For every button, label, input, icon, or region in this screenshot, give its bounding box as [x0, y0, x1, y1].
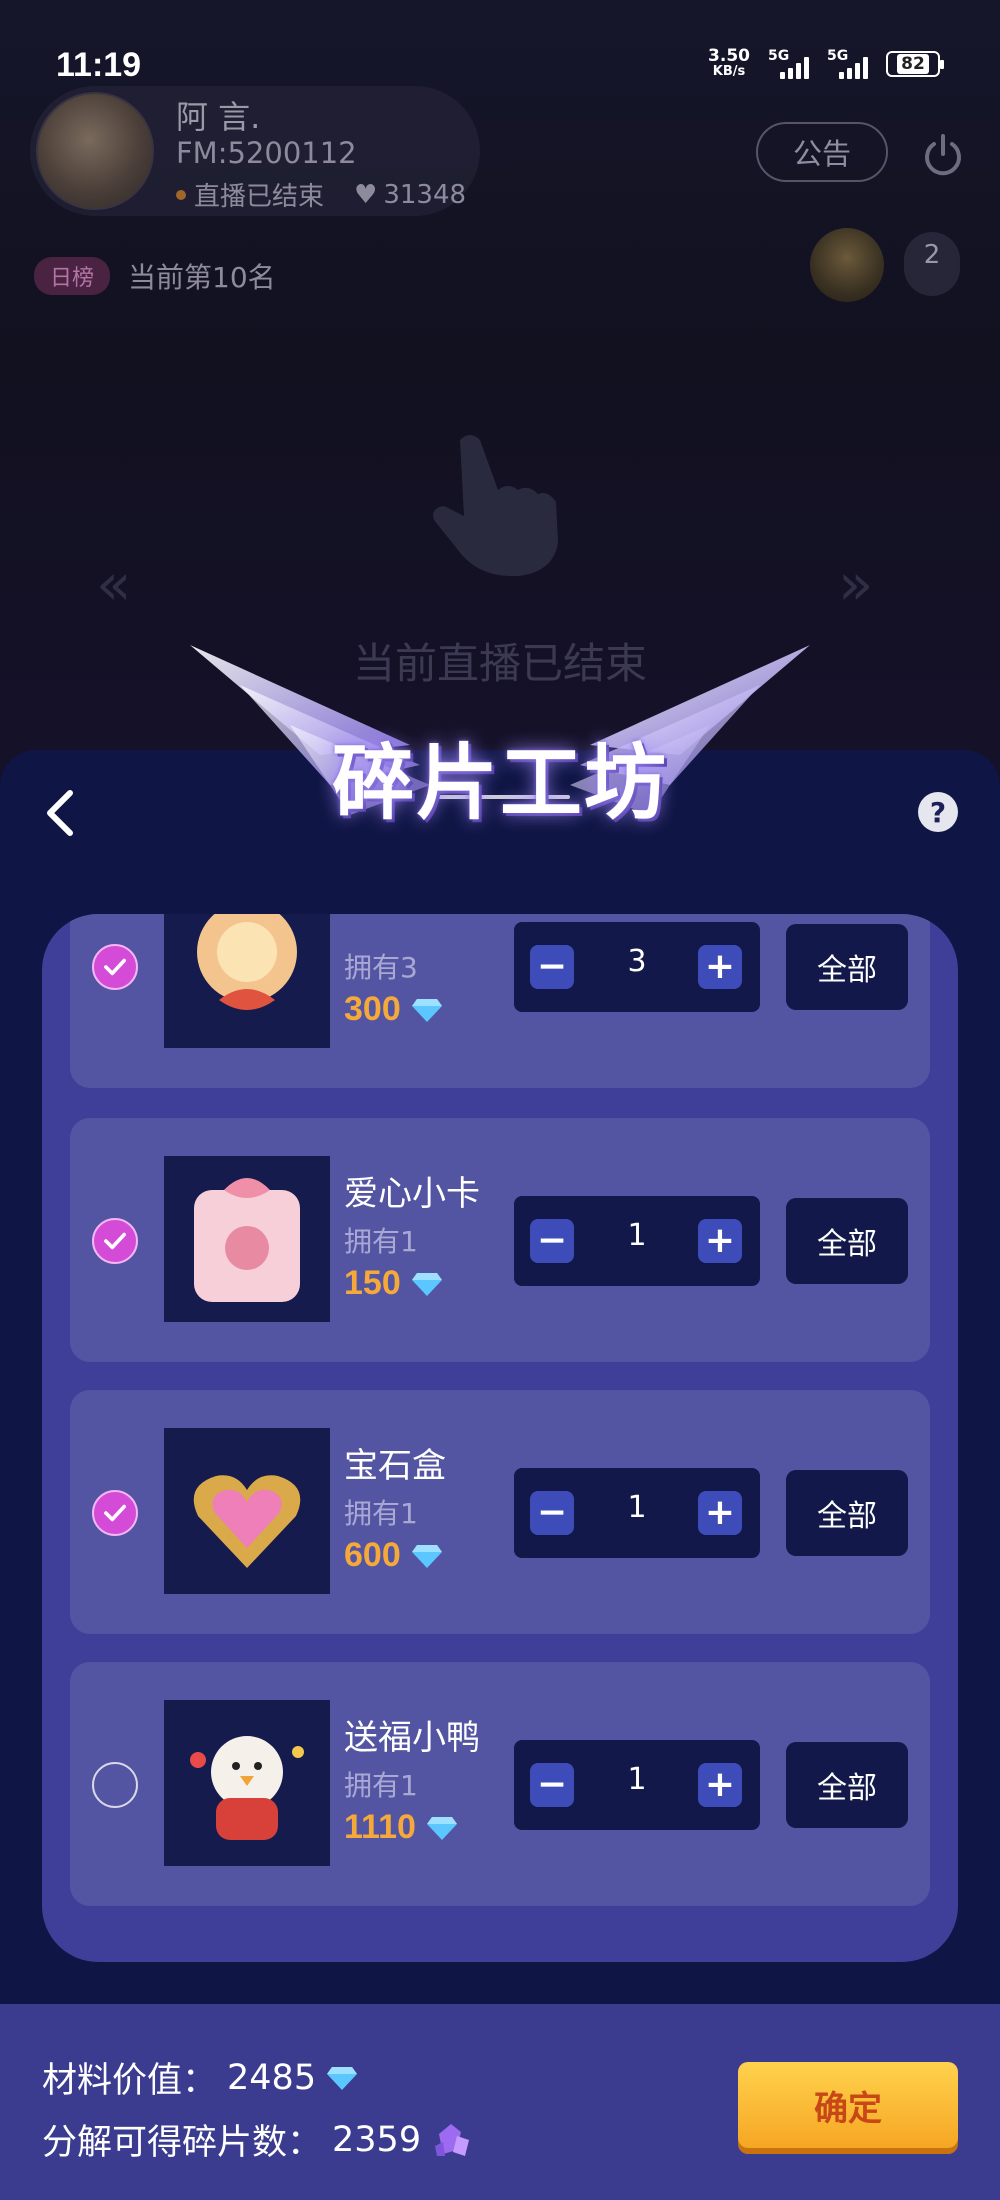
sheet-title: 碎片工坊	[331, 736, 668, 831]
back-chevron-icon[interactable]	[38, 785, 82, 841]
swipe-hand-icon	[420, 420, 580, 590]
quantity-value[interactable]: 1	[584, 1218, 690, 1253]
confirm-button[interactable]: 确定	[738, 2062, 958, 2148]
item-checkbox[interactable]	[92, 1762, 138, 1808]
quantity-stepper: − 1 +	[514, 1468, 760, 1558]
material-value-line: 材料价值： 2485	[42, 2052, 358, 2103]
clock: 11:19	[56, 46, 142, 84]
fragment-crystal-icon	[435, 2123, 470, 2156]
signal-sim1-icon: 5G	[768, 49, 809, 79]
item-owned: 拥有3	[344, 951, 418, 984]
item-owned: 拥有1	[344, 1769, 418, 1802]
item-owned: 拥有1	[344, 1225, 418, 1258]
list-item[interactable]: 宝石盒 拥有1 600 − 1 + 全部	[70, 1390, 930, 1634]
quantity-value[interactable]: 1	[584, 1490, 690, 1525]
list-item[interactable]: 拥有3 300 − 3 + 全部	[70, 914, 930, 1088]
host-live-status: 直播已结束 ♥ 31348	[176, 176, 466, 213]
diamond-icon	[327, 2066, 358, 2090]
item-price: 1110	[344, 1808, 458, 1847]
battery-icon: 82	[886, 51, 944, 77]
host-fm-id: FM:5200112	[176, 136, 357, 170]
help-icon[interactable]: ?	[918, 792, 958, 832]
item-thumbnail-gem-box	[164, 1428, 330, 1594]
viewer-count[interactable]: 2	[904, 232, 960, 296]
material-value: 2485	[227, 2057, 317, 2098]
item-checkbox[interactable]	[92, 1218, 138, 1264]
item-owned: 拥有1	[344, 1497, 418, 1530]
status-indicators: 3.50 KB/s 5G 5G 82	[708, 46, 944, 80]
fragment-item-list[interactable]: 拥有3 300 − 3 + 全部 爱心小卡 拥有1 150 − 1 + 全部 宝…	[42, 914, 958, 1962]
item-price: 300	[344, 990, 443, 1029]
increase-button[interactable]: +	[698, 1491, 742, 1535]
item-thumbnail-love-card	[164, 1156, 330, 1322]
network-speed: 3.50 KB/s	[708, 46, 750, 80]
increase-button[interactable]: +	[698, 945, 742, 989]
item-price: 150	[344, 1264, 443, 1303]
item-checkbox[interactable]	[92, 1490, 138, 1536]
quantity-value[interactable]: 3	[584, 944, 690, 979]
decrease-button[interactable]: −	[530, 1763, 574, 1807]
select-all-button[interactable]: 全部	[786, 1742, 908, 1828]
power-icon[interactable]	[918, 130, 968, 180]
item-name: 宝石盒	[344, 1446, 446, 1486]
select-all-button[interactable]: 全部	[786, 1198, 908, 1284]
decrease-button[interactable]: −	[530, 1219, 574, 1263]
select-all-button[interactable]: 全部	[786, 1470, 908, 1556]
quantity-stepper: − 1 +	[514, 1740, 760, 1830]
host-avatar[interactable]	[36, 92, 154, 210]
item-thumbnail-lucky-duck	[164, 1700, 330, 1866]
item-name: 送福小鸭	[344, 1718, 480, 1758]
diamond-icon	[411, 1544, 442, 1568]
swipe-right-icon: »	[838, 550, 873, 618]
item-checkbox[interactable]	[92, 944, 138, 990]
quantity-stepper: − 1 +	[514, 1196, 760, 1286]
heart-icon: ♥	[354, 179, 378, 210]
viewer-avatar[interactable]	[810, 228, 884, 302]
host-likes: 31348	[383, 179, 467, 210]
rank-tag: 日榜	[34, 257, 111, 295]
select-all-button[interactable]: 全部	[786, 924, 908, 1010]
increase-button[interactable]: +	[698, 1763, 742, 1807]
diamond-icon	[411, 1272, 442, 1296]
decrease-button[interactable]: −	[530, 945, 574, 989]
rank-text: 当前第10名	[128, 261, 276, 294]
signal-sim2-icon: 5G	[827, 49, 868, 79]
swipe-left-icon: «	[96, 550, 131, 618]
item-price: 600	[344, 1536, 443, 1575]
summary-footer: 材料价值： 2485 分解可得碎片数： 2359 确定	[0, 2004, 1000, 2200]
item-name: 爱心小卡	[344, 1174, 480, 1214]
quantity-value[interactable]: 1	[584, 1762, 690, 1797]
notice-button[interactable]: 公告	[756, 122, 888, 182]
diamond-icon	[426, 1816, 457, 1840]
increase-button[interactable]: +	[698, 1219, 742, 1263]
list-item[interactable]: 送福小鸭 拥有1 1110 − 1 + 全部	[70, 1662, 930, 1906]
diamond-icon	[411, 998, 442, 1022]
quantity-stepper: − 3 +	[514, 922, 760, 1012]
list-item[interactable]: 爱心小卡 拥有1 150 − 1 + 全部	[70, 1118, 930, 1362]
status-dot-icon	[176, 189, 186, 200]
daily-rank[interactable]: 日榜 当前第10名	[34, 256, 276, 296]
decrease-button[interactable]: −	[530, 1491, 574, 1535]
fragments-line: 分解可得碎片数： 2359	[42, 2114, 473, 2165]
host-name: 阿 言.	[176, 98, 261, 136]
fragments-value: 2359	[332, 2119, 422, 2160]
item-thumbnail-balloon	[164, 914, 330, 1048]
